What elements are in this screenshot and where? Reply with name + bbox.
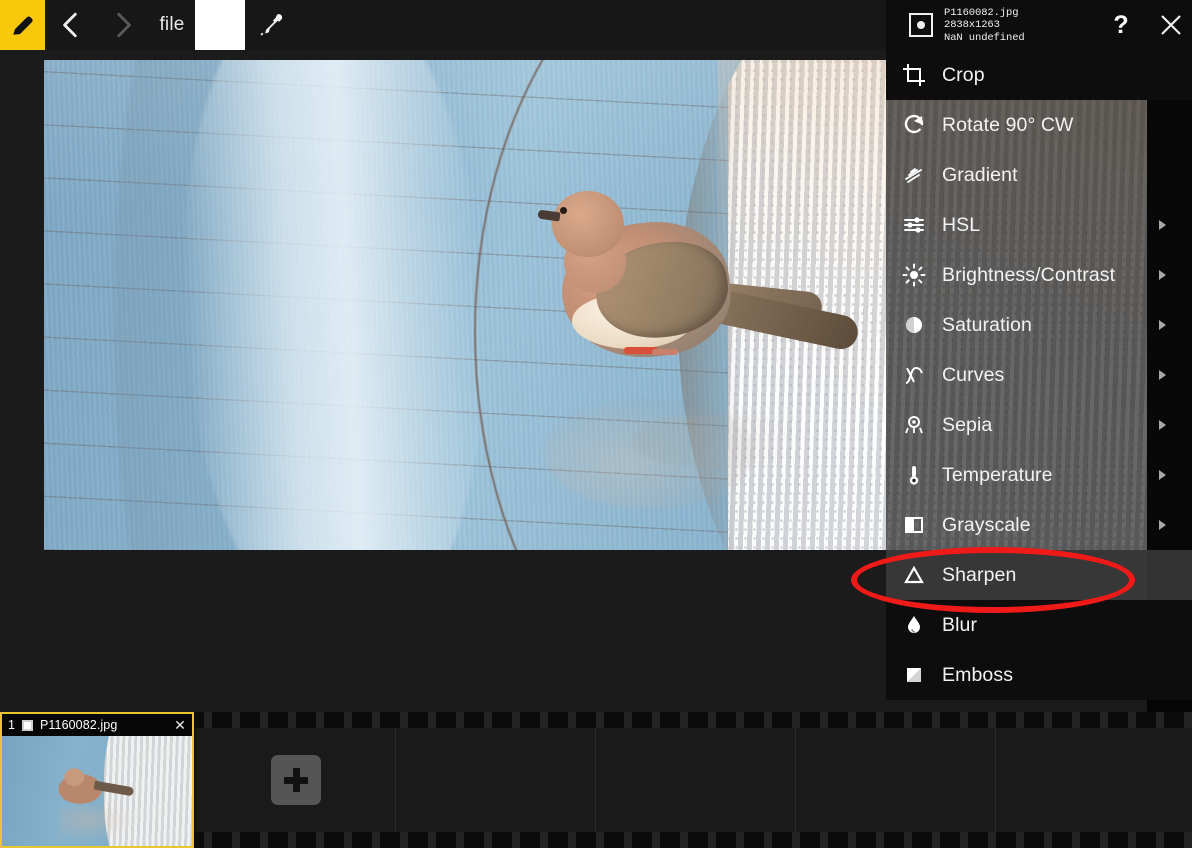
sliders-icon	[886, 213, 942, 237]
menu-item-label: Gradient	[942, 163, 1018, 186]
submenu-arrow-icon	[1159, 370, 1166, 380]
menu-item-grayscale[interactable]: Grayscale	[886, 500, 1192, 550]
file-info-header: P1160082.jpg 2838x1263 NaN undefined ?	[886, 0, 1192, 50]
back-button[interactable]	[45, 0, 97, 50]
effects-list: Crop Rotate 90° CW Gradient HSL Brightness/C…	[886, 50, 1192, 712]
filmstrip-empty-cell[interactable]	[996, 728, 1192, 832]
sepia-icon	[886, 413, 942, 437]
menu-item-label: Crop	[942, 63, 985, 86]
eyedropper-icon	[260, 14, 283, 36]
menu-item-hsl[interactable]: HSL	[886, 200, 1192, 250]
effects-menu-panel: P1160082.jpg 2838x1263 NaN undefined ? C…	[886, 0, 1192, 712]
menu-item-label: HSL	[942, 213, 981, 236]
marker-pen-icon[interactable]	[0, 0, 45, 50]
menu-item-label: Emboss	[942, 663, 1014, 686]
thumbnail-filename: P1160082.jpg	[39, 718, 118, 732]
droplet-icon	[886, 613, 942, 637]
eyedropper-button[interactable]	[245, 0, 297, 50]
menu-item-label: Sepia	[942, 413, 993, 436]
plus-icon	[283, 768, 308, 792]
chevron-left-icon	[63, 12, 77, 38]
menu-item-brightness-contrast[interactable]: Brightness/Contrast	[886, 250, 1192, 300]
menu-item-sharpen[interactable]: Sharpen	[886, 550, 1192, 600]
file-dimensions: 2838x1263	[944, 19, 1000, 32]
chevron-right-icon	[117, 12, 131, 38]
curves-icon	[886, 363, 942, 387]
menu-item-rotate-90-cw[interactable]: Rotate 90° CW	[886, 100, 1192, 150]
file-name: P1160082.jpg	[944, 7, 1019, 19]
menu-item-label: Sharpen	[942, 563, 1017, 586]
submenu-arrow-icon	[1159, 270, 1166, 280]
current-color	[195, 0, 245, 50]
help-button[interactable]: ?	[1098, 0, 1144, 50]
menu-item-crop[interactable]: Crop	[886, 50, 1192, 100]
submenu-arrow-icon	[1159, 520, 1166, 530]
color-swatch[interactable]	[195, 0, 245, 50]
bird-reflection	[514, 364, 854, 526]
file-size: NaN undefined	[944, 31, 1025, 44]
top-toolbar: file	[0, 0, 886, 50]
thumbnail-state-icon	[21, 719, 33, 731]
menu-item-label: Saturation	[942, 313, 1032, 336]
file-menu-button[interactable]: file	[149, 0, 195, 50]
saturation-icon	[886, 313, 942, 337]
add-image-cell[interactable]	[196, 728, 396, 832]
submenu-arrow-icon	[1159, 470, 1166, 480]
filmstrip-empty-cell[interactable]	[596, 728, 796, 832]
menu-item-curves[interactable]: Curves	[886, 350, 1192, 400]
submenu-arrow-icon	[1159, 420, 1166, 430]
thumbnail-header: 1 P1160082.jpg ✕	[2, 714, 192, 736]
file-info-text: P1160082.jpg 2838x1263 NaN undefined	[944, 7, 1025, 44]
menu-item-blur[interactable]: Blur	[886, 600, 1192, 650]
menu-item-sepia[interactable]: Sepia	[886, 400, 1192, 450]
submenu-arrow-icon	[1159, 320, 1166, 330]
crop-icon	[886, 63, 942, 87]
forward-button[interactable]	[97, 0, 149, 50]
grayscale-icon	[886, 513, 942, 537]
emboss-icon	[886, 663, 942, 687]
close-button[interactable]	[1148, 0, 1192, 50]
submenu-arrow-icon	[1159, 220, 1166, 230]
sharpen-icon	[886, 563, 942, 587]
menu-item-label: Curves	[942, 363, 1005, 386]
file-menu-label: file	[159, 14, 185, 35]
close-icon	[1161, 15, 1181, 35]
rotate-cw-icon	[886, 113, 942, 137]
image-editor-window: file P1160082.jpg 2838x1263 NaN undefine…	[0, 0, 1192, 848]
thermometer-icon	[886, 463, 942, 487]
menu-item-label: Blur	[942, 613, 978, 636]
dove	[524, 175, 861, 385]
filmstrip-empty-cell[interactable]	[796, 728, 996, 832]
thumbnail-index: 1	[8, 718, 15, 732]
thumbnail-close-button[interactable]: ✕	[168, 717, 192, 734]
gradient-icon	[886, 163, 942, 187]
add-image-button[interactable]	[270, 755, 321, 805]
thumbnail-image	[2, 736, 192, 846]
menu-item-label: Grayscale	[942, 513, 1031, 536]
menu-item-label: Temperature	[942, 463, 1053, 486]
menu-item-gradient[interactable]: Gradient	[886, 150, 1192, 200]
menu-item-emboss[interactable]: Emboss	[886, 650, 1192, 700]
menu-item-label: Brightness/Contrast	[942, 263, 1116, 286]
menu-item-saturation[interactable]: Saturation	[886, 300, 1192, 350]
image-placeholder-icon	[908, 12, 934, 38]
sun-icon	[886, 263, 942, 287]
menu-item-label: Rotate 90° CW	[942, 113, 1074, 136]
help-label: ?	[1113, 10, 1129, 39]
active-thumbnail[interactable]: 1 P1160082.jpg ✕	[0, 712, 194, 848]
pool-lip	[166, 60, 502, 550]
menu-item-temperature[interactable]: Temperature	[886, 450, 1192, 500]
filmstrip-empty-cell[interactable]	[396, 728, 596, 832]
